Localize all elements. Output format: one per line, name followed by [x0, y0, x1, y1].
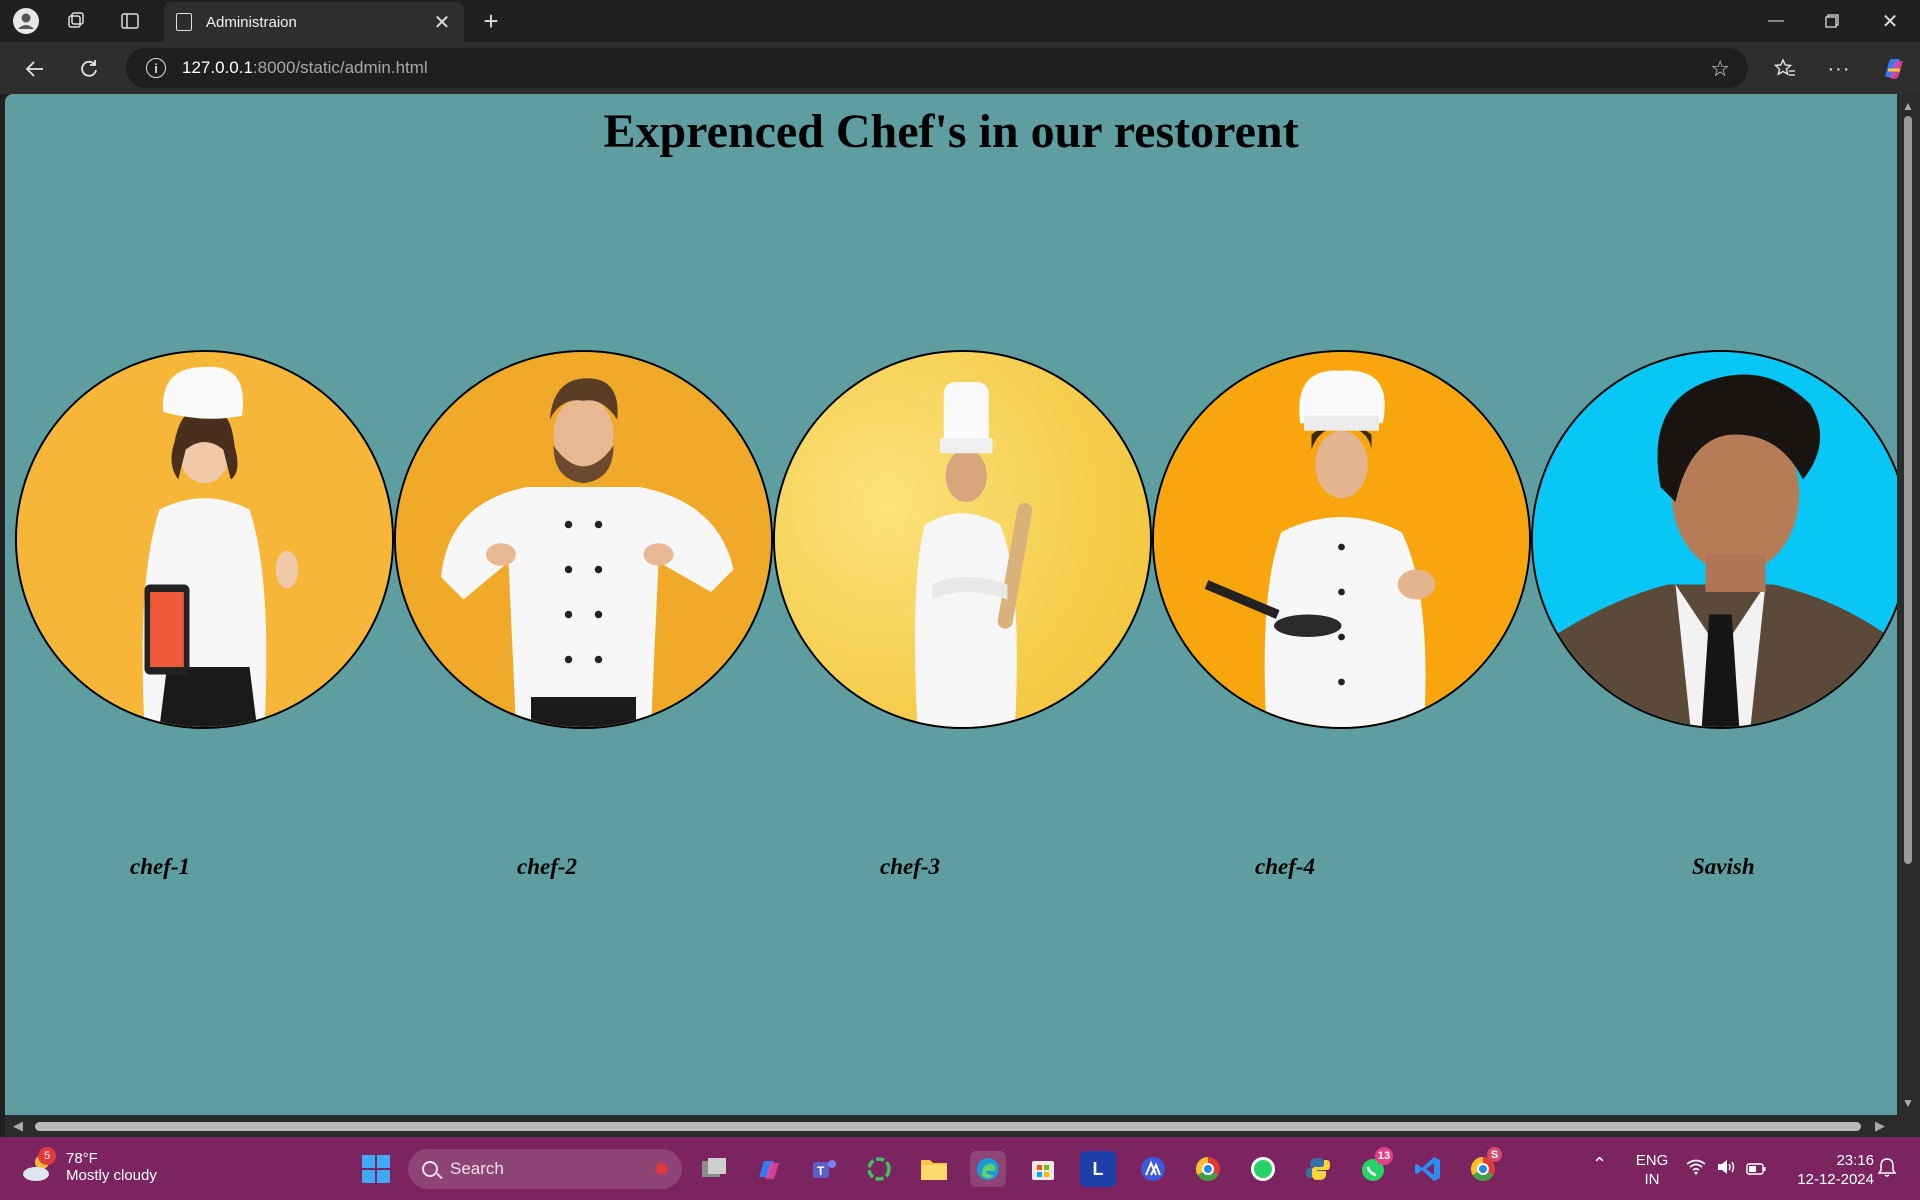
browser-toolbar: i 127.0.0.1:8000/static/admin.html ☆ ··· [0, 42, 1920, 94]
chef-3-name: chef-3 [880, 854, 941, 879]
whatsapp-icon[interactable] [1245, 1151, 1281, 1187]
tab-actions-icon[interactable] [116, 7, 144, 35]
page-icon [176, 13, 192, 31]
favorites-icon[interactable] [1768, 52, 1802, 86]
url-host: 127.0.0.1 [182, 58, 253, 77]
chrome-profile-icon[interactable]: S [1465, 1147, 1502, 1187]
chef-2-name: chef-2 [517, 854, 578, 879]
whatsapp-badge: 13 [1375, 1147, 1393, 1165]
weather-cloud-icon: 5 [20, 1147, 56, 1185]
file-explorer-icon[interactable] [916, 1151, 952, 1187]
weather-temp: 78°F [66, 1150, 98, 1167]
volume-icon[interactable] [1716, 1159, 1736, 1180]
workspaces-icon[interactable] [62, 7, 90, 35]
l-app-icon[interactable]: L [1080, 1151, 1116, 1187]
weather-widget[interactable]: 5 78°F Mostly cloudy [20, 1147, 157, 1185]
copilot-icon[interactable] [1876, 52, 1910, 86]
chrome-profile-badge: S [1487, 1147, 1502, 1162]
profile-icon[interactable] [12, 7, 40, 35]
vertical-scroll-thumb[interactable] [1904, 116, 1912, 864]
taskbar-search[interactable]: Search ✹ [408, 1149, 682, 1189]
close-tab-icon[interactable]: ✕ [432, 10, 452, 35]
copilot-app-icon[interactable] [751, 1151, 787, 1187]
language-indicator[interactable]: ENG IN [1634, 1151, 1670, 1189]
chrome-icon[interactable] [1190, 1151, 1226, 1187]
new-tab-button[interactable]: + [476, 6, 506, 36]
whatsapp-second-icon[interactable]: 13 [1355, 1147, 1393, 1187]
vscode-icon[interactable] [1410, 1151, 1446, 1187]
savish-name: Savish [1692, 854, 1755, 879]
show-hidden-icons[interactable]: ⌃ [1592, 1155, 1607, 1174]
scrollbar-corner [1897, 1115, 1920, 1137]
wifi-icon[interactable] [1686, 1159, 1706, 1180]
search-placeholder: Search [450, 1159, 504, 1178]
clock[interactable]: 23:16 12-12-2024 [1784, 1151, 1874, 1189]
battery-icon[interactable] [1746, 1161, 1766, 1180]
chef-1-photo [15, 350, 394, 729]
chef-1-name: chef-1 [130, 854, 191, 879]
svg-text:T: T [817, 1164, 825, 1178]
python-icon[interactable] [1300, 1151, 1336, 1187]
weather-desc: Mostly cloudy [66, 1167, 157, 1184]
chef-2-photo [394, 350, 773, 729]
search-icon [422, 1161, 438, 1177]
loading-ring-icon[interactable] [861, 1151, 897, 1187]
a-app-icon[interactable] [1135, 1151, 1171, 1187]
favorite-star-icon[interactable]: ☆ [1710, 56, 1730, 82]
edge-icon[interactable] [970, 1151, 1006, 1187]
clock-date: 12-12-2024 [1797, 1171, 1874, 1188]
task-view-icon[interactable] [696, 1151, 732, 1187]
scroll-right-icon[interactable]: ▶ [1875, 1118, 1885, 1134]
tab-title: Administraion [206, 13, 297, 31]
active-tab[interactable]: Administraion ✕ [164, 2, 464, 42]
store-icon[interactable] [1025, 1151, 1061, 1187]
scroll-left-icon[interactable]: ◀ [13, 1118, 23, 1134]
teams-icon[interactable]: T [806, 1151, 842, 1187]
page-viewport: Exprenced Chef's in our restorent chef-1… [5, 94, 1897, 1115]
scroll-up-icon[interactable]: ▲ [1902, 99, 1914, 113]
chef-4-photo [1152, 350, 1531, 729]
lang-top: ENG [1635, 1152, 1669, 1169]
minimize-button[interactable]: — [1748, 0, 1804, 42]
page-title: Exprenced Chef's in our restorent [603, 105, 1299, 158]
browser-titlebar: Administraion ✕ + — ✕ [0, 0, 1920, 42]
weather-badge: 5 [38, 1147, 56, 1165]
restore-button[interactable] [1804, 0, 1860, 42]
chef-3-photo [773, 350, 1152, 729]
address-bar[interactable]: i 127.0.0.1:8000/static/admin.html ☆ [126, 48, 1748, 88]
scroll-down-icon[interactable]: ▼ [1902, 1096, 1914, 1110]
back-button[interactable] [18, 52, 52, 86]
start-button[interactable] [358, 1151, 394, 1187]
site-info-icon[interactable]: i [146, 58, 166, 78]
horizontal-scroll-thumb[interactable] [35, 1122, 1861, 1131]
lang-bottom: IN [1644, 1171, 1660, 1188]
search-highlight-icon: ✹ [653, 1159, 670, 1181]
vertical-scrollbar[interactable]: ▲ ▼ [1897, 94, 1920, 1115]
close-window-button[interactable]: ✕ [1862, 0, 1918, 42]
more-options-icon[interactable]: ··· [1822, 52, 1856, 86]
url-path: :8000/static/admin.html [252, 58, 428, 77]
chef-4-name: chef-4 [1255, 854, 1316, 879]
horizontal-scrollbar[interactable]: ◀ ▶ [5, 1115, 1897, 1137]
clock-time: 23:16 [1836, 1152, 1874, 1169]
savish-photo [1531, 350, 1897, 729]
reload-button[interactable] [72, 52, 106, 86]
notifications-bell-icon[interactable] [1877, 1157, 1897, 1182]
windows-taskbar: 5 78°F Mostly cloudy Search ✹ T L 13 S ⌃… [0, 1137, 1920, 1200]
